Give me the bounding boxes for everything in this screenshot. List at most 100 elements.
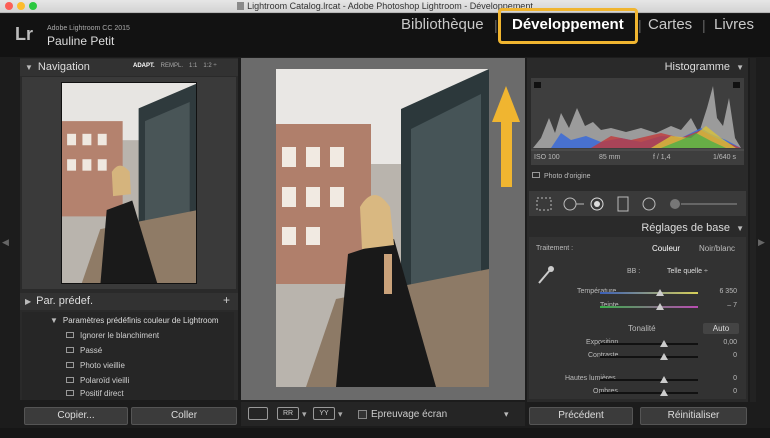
exposure-slider-knob[interactable] bbox=[660, 340, 668, 347]
navigator-zoom-options: ADAPT. REMPL. 1:1 1:2 ÷ bbox=[133, 63, 223, 69]
preset-icon bbox=[66, 347, 74, 353]
title-bar: Lightroom Catalog.lrcat - Adobe Photosho… bbox=[0, 0, 770, 13]
pointer-arrow-head bbox=[492, 86, 520, 122]
window-title-area: Lightroom Catalog.lrcat - Adobe Photosho… bbox=[0, 0, 770, 13]
temperature-value[interactable]: 6 350 bbox=[707, 288, 737, 295]
softproof-checkbox[interactable] bbox=[358, 410, 367, 419]
basic-title: Réglages de base bbox=[641, 222, 731, 234]
treatment-bw-option[interactable]: Noir/blanc bbox=[699, 244, 735, 253]
module-map[interactable]: Cartes bbox=[648, 16, 692, 33]
tint-slider[interactable] bbox=[600, 303, 698, 310]
toolbar-menu-chevron-icon[interactable]: ▾ bbox=[504, 409, 509, 420]
softproof-label: Epreuvage écran bbox=[371, 409, 448, 420]
graduated-filter-icon[interactable] bbox=[616, 196, 630, 212]
module-separator: | bbox=[702, 17, 706, 33]
preset-icon bbox=[66, 362, 74, 368]
presets-title: Par. prédef. bbox=[36, 295, 94, 307]
preset-icon bbox=[66, 377, 74, 383]
aperture-readout: f / 1,4 bbox=[653, 154, 671, 161]
lightroom-logo: Lr bbox=[15, 24, 33, 44]
tint-value[interactable]: – 7 bbox=[707, 302, 737, 309]
app-name: Adobe Lightroom CC 2015 bbox=[47, 25, 130, 32]
right-panel-scrollbar[interactable] bbox=[750, 58, 756, 402]
presets-header[interactable]: ▶ Par. prédef. bbox=[20, 293, 238, 310]
module-separator: | bbox=[638, 17, 642, 33]
preset-folder[interactable]: ▼ Paramètres prédéfinis couleur de Lightr… bbox=[50, 316, 219, 325]
zoom-fill-option[interactable]: REMPL. bbox=[161, 63, 183, 69]
histogram-graph bbox=[531, 82, 744, 151]
preset-icon bbox=[66, 390, 74, 396]
loupe-view-icon[interactable] bbox=[248, 407, 268, 420]
preset-item[interactable]: Passé bbox=[66, 346, 102, 355]
focal-length-readout: 85 mm bbox=[599, 154, 621, 161]
preset-item[interactable]: Polaroïd vieilli bbox=[66, 376, 129, 385]
exposure-value[interactable]: 0,00 bbox=[707, 339, 737, 346]
module-book[interactable]: Livres bbox=[714, 16, 754, 33]
navigator-thumbnail[interactable] bbox=[61, 82, 197, 284]
original-photo-checkbox bbox=[532, 172, 540, 178]
temperature-slider-knob[interactable] bbox=[656, 289, 664, 296]
photo-image bbox=[276, 69, 489, 387]
shadows-value[interactable]: 0 bbox=[707, 388, 737, 395]
treatment-color-option[interactable]: Couleur bbox=[652, 244, 680, 253]
radial-filter-icon[interactable] bbox=[640, 196, 658, 212]
auto-tone-button[interactable]: Auto bbox=[703, 323, 739, 334]
histogram-title: Histogramme bbox=[664, 61, 731, 73]
folder-triangle-icon: ▼ bbox=[50, 316, 58, 325]
contrast-value[interactable]: 0 bbox=[707, 352, 737, 359]
navigator-title: Navigation bbox=[37, 61, 90, 73]
crop-overlay-icon[interactable] bbox=[535, 196, 553, 212]
document-icon bbox=[237, 2, 245, 10]
spot-removal-icon[interactable] bbox=[561, 196, 585, 212]
main-photo[interactable] bbox=[276, 69, 489, 387]
exposure-slider[interactable] bbox=[600, 340, 698, 347]
highlights-slider[interactable] bbox=[600, 376, 698, 383]
dropdown-chevron-icon[interactable]: ▾ bbox=[302, 409, 307, 420]
histogram-header[interactable]: Histogramme ▼ bbox=[665, 59, 744, 76]
window-title: Lightroom Catalog.lrcat - Adobe Photosho… bbox=[247, 1, 533, 11]
reset-button[interactable]: Réinitialiser bbox=[640, 407, 747, 425]
preset-item[interactable]: Photo vieillie bbox=[66, 361, 125, 370]
original-photo-toggle[interactable]: Photo d'origine bbox=[532, 172, 590, 180]
copy-settings-button[interactable]: Copier... bbox=[24, 407, 128, 425]
dropdown-chevron-icon[interactable]: ▾ bbox=[338, 409, 343, 420]
tint-slider-knob[interactable] bbox=[656, 303, 664, 310]
white-balance-dropdown[interactable]: Telle quelle ÷ bbox=[667, 268, 708, 275]
previous-settings-button[interactable]: Précédent bbox=[529, 407, 633, 425]
zoom-fit-option[interactable]: ADAPT. bbox=[133, 63, 155, 69]
white-balance-eyedropper-icon[interactable] bbox=[536, 264, 556, 286]
temperature-slider[interactable] bbox=[600, 289, 698, 296]
before-after-view-button[interactable]: RR bbox=[277, 407, 299, 420]
white-balance-label: BB : bbox=[627, 268, 641, 275]
shutter-readout: 1/640 s bbox=[713, 154, 736, 161]
zoom-1-2-option[interactable]: 1:2 ÷ bbox=[203, 63, 216, 69]
shadows-slider[interactable] bbox=[600, 389, 698, 396]
preset-item[interactable]: Positif direct bbox=[66, 389, 124, 398]
presets-list bbox=[22, 312, 234, 400]
contrast-slider[interactable] bbox=[600, 353, 698, 360]
identity-plate-name: Pauline Petit bbox=[47, 34, 115, 48]
tone-label: Tonalité bbox=[628, 324, 656, 333]
collapse-triangle-icon: ▼ bbox=[736, 224, 744, 233]
left-panel-toggle-icon[interactable]: ◀ bbox=[2, 237, 9, 248]
highlights-slider-knob[interactable] bbox=[660, 376, 668, 383]
preset-icon bbox=[66, 332, 74, 338]
add-preset-button[interactable]: + bbox=[223, 293, 230, 307]
zoom-1-1-option[interactable]: 1:1 bbox=[189, 63, 197, 69]
highlights-value[interactable]: 0 bbox=[707, 375, 737, 382]
preset-item[interactable]: Ignorer le blanchiment bbox=[66, 331, 159, 340]
collapse-triangle-icon: ▼ bbox=[25, 63, 33, 72]
basic-header[interactable]: Réglages de base ▼ bbox=[641, 220, 744, 237]
adjustment-brush-slider[interactable] bbox=[667, 196, 739, 212]
swap-view-button[interactable]: YY bbox=[313, 407, 335, 420]
lightroom-window: Lightroom Catalog.lrcat - Adobe Photosho… bbox=[0, 0, 770, 438]
right-panel-toggle-icon[interactable]: ▶ bbox=[758, 237, 765, 248]
module-library[interactable]: Bibliothèque bbox=[401, 16, 484, 33]
filmstrip-edge bbox=[0, 428, 770, 438]
histogram[interactable] bbox=[531, 78, 744, 165]
contrast-slider-knob[interactable] bbox=[660, 353, 668, 360]
shadows-slider-knob[interactable] bbox=[660, 389, 668, 396]
photo-image bbox=[62, 83, 196, 283]
red-eye-icon[interactable] bbox=[588, 196, 606, 212]
paste-settings-button[interactable]: Coller bbox=[131, 407, 237, 425]
